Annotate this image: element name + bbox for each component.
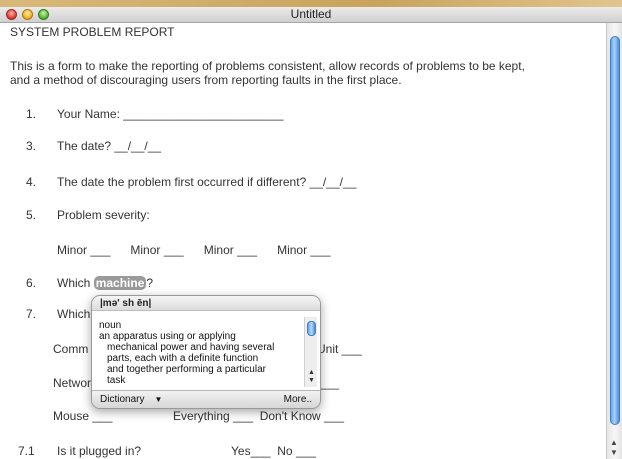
item-text: Is it plugged in? — [57, 444, 142, 458]
item-number: 7.1 — [18, 444, 35, 458]
title-bar[interactable]: Untitled — [0, 7, 622, 23]
more-button[interactable]: More.. — [284, 391, 312, 408]
scroll-down-arrow[interactable]: ▼ — [610, 449, 618, 457]
item-number: 3. — [26, 139, 37, 153]
item-text: Which — [57, 307, 91, 321]
item-suffix: ? — [146, 276, 154, 290]
popup-scrollbar[interactable]: ▲ ▼ — [304, 317, 317, 387]
pronunciation: |mə' sh ēn| — [92, 296, 320, 311]
window-title: Untitled — [290, 7, 332, 21]
item-prefix: Which — [57, 276, 91, 290]
definition-line: and together performing a particular — [107, 364, 266, 375]
definition-body[interactable]: noun an apparatus using or applying mech… — [99, 320, 299, 386]
item-number: 1. — [26, 107, 37, 121]
option-comm: Comm — [53, 342, 89, 356]
option-mouse: Mouse ___ — [53, 409, 113, 423]
report-heading: SYSTEM PROBLEM REPORT — [10, 25, 175, 39]
intro-line-1: This is a form to make the reporting of … — [10, 59, 525, 73]
item-number: 6. — [26, 276, 37, 290]
item-text: Your Name: ________________________ — [57, 107, 284, 121]
scroll-thumb[interactable] — [610, 36, 620, 425]
selected-word: machine — [93, 276, 147, 290]
item-text: The date? __/__/__ — [57, 139, 162, 153]
item-number: 7. — [26, 307, 37, 321]
option-everything: Everything ___ Don't Know ___ — [173, 409, 345, 423]
definition-line: an apparatus using or applying — [99, 331, 236, 342]
vertical-scrollbar[interactable]: ▲ ▼ — [606, 23, 622, 459]
option-unit: Unit ___ — [317, 342, 362, 356]
definition-line: task — [107, 375, 126, 386]
item-answer: Yes___ No ___ — [231, 444, 316, 458]
item-number: 4. — [26, 175, 37, 189]
item-number: 5. — [26, 208, 37, 222]
intro-line-2: and a method of discouraging users from … — [10, 73, 402, 87]
scroll-up-arrow[interactable]: ▲ — [610, 439, 618, 447]
part-of-speech: noun — [99, 320, 122, 331]
dictionary-popup: |mə' sh ēn| noun an apparatus using or a… — [91, 295, 321, 409]
item-text: The date the problem first occurred if d… — [57, 175, 357, 189]
chevron-down-icon: ▼ — [154, 395, 163, 404]
option-network-blank: ___ — [319, 376, 340, 390]
item-text: Problem severity: — [57, 208, 150, 222]
definition-line: mechanical power and having several — [107, 342, 275, 353]
option-network: Networ — [53, 376, 92, 390]
item-text: Which machine? — [57, 276, 153, 290]
popup-scroll-thumb[interactable] — [307, 321, 316, 336]
popup-scroll-down-arrow[interactable]: ▼ — [308, 377, 315, 384]
popup-scroll-up-arrow[interactable]: ▲ — [308, 369, 315, 376]
definition-line: parts, each with a definite function — [107, 353, 259, 364]
popup-footer: Dictionary ▼ More.. — [92, 390, 320, 408]
dictionary-source-label: Dictionary — [100, 394, 145, 405]
document-window: Untitled SYSTEM PROBLEM REPORT This is a… — [0, 7, 622, 459]
severity-options: Minor ___ Minor ___ Minor ___ Minor ___ — [57, 243, 331, 257]
dictionary-source-menu[interactable]: Dictionary ▼ — [100, 391, 162, 408]
